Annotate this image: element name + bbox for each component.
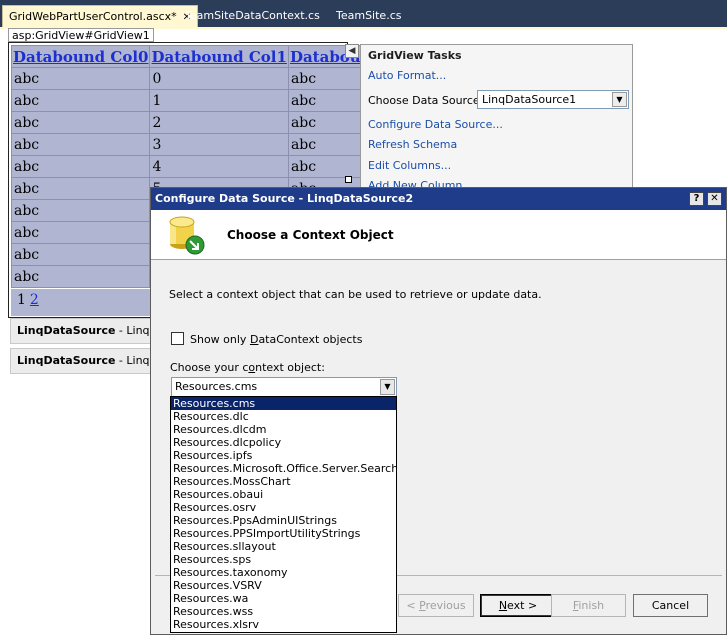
tab-gridwebpartusercontrol[interactable]: GridWebPartUserControl.ascx* ✕ bbox=[2, 5, 199, 29]
chevron-down-icon[interactable]: ▼ bbox=[612, 92, 627, 107]
table-cell: abc bbox=[10, 221, 151, 244]
document-tab-strip: GridWebPartUserControl.ascx* ✕ TeamSiteDa… bbox=[0, 0, 727, 29]
label-part: Choose your c bbox=[170, 361, 249, 374]
dropdown-option[interactable]: Resources.osrv bbox=[171, 501, 396, 514]
dropdown-option[interactable]: Resources.Microsoft.Office.Server.Search bbox=[171, 462, 396, 475]
dropdown-option[interactable]: Resources.wss bbox=[171, 605, 396, 618]
dropdown-option[interactable]: Resources.cms bbox=[171, 397, 396, 410]
tab-label: TeamSite.cs bbox=[336, 9, 402, 22]
dialog-header: Choose a Context Object bbox=[151, 210, 726, 260]
gridview-tasks-panel: GridView Tasks Auto Format... Choose Dat… bbox=[360, 44, 633, 194]
dropdown-option[interactable]: Resources.sps bbox=[171, 553, 396, 566]
linq-datasource-control[interactable]: LinqDataSource - LinqDataSource2 bbox=[10, 348, 155, 374]
dropdown-option[interactable]: Resources.ipfs bbox=[171, 449, 396, 462]
cancel-button[interactable]: Cancel bbox=[633, 594, 708, 617]
dialog-description: Select a context object that can be used… bbox=[169, 288, 542, 301]
close-icon[interactable]: ✕ bbox=[707, 192, 722, 206]
table-cell: abc bbox=[10, 111, 151, 134]
table-cell: abc bbox=[10, 199, 151, 222]
table-cell: 0 bbox=[149, 67, 289, 90]
next-button[interactable]: Next > bbox=[480, 594, 556, 617]
pager-current-page: 1 bbox=[17, 292, 26, 308]
auto-format-link[interactable]: Auto Format... bbox=[368, 69, 446, 82]
data-source-select[interactable]: LinqDataSource1 ▼ bbox=[477, 90, 629, 109]
context-object-dropdown-list[interactable]: Resources.cms Resources.dlc Resources.dlcd… bbox=[170, 396, 397, 633]
context-object-value: Resources.cms bbox=[175, 380, 258, 393]
dropdown-option[interactable]: Resources.obaui bbox=[171, 488, 396, 501]
database-icon bbox=[169, 216, 205, 255]
table-cell: abc bbox=[10, 265, 151, 288]
data-source-value: LinqDataSource1 bbox=[482, 93, 577, 106]
column-header[interactable]: Databound Col0 bbox=[10, 45, 151, 68]
dropdown-option[interactable]: Resources.wa bbox=[171, 592, 396, 605]
label-part: Show only bbox=[190, 333, 250, 346]
datasource-type: LinqDataSource bbox=[17, 354, 116, 367]
table-cell: 2 bbox=[149, 111, 289, 134]
table-cell: abc bbox=[10, 67, 151, 90]
datasource-type: LinqDataSource bbox=[17, 324, 116, 337]
dropdown-option[interactable]: Resources.PPSImportUtilityStrings bbox=[171, 527, 396, 540]
button-part: revious bbox=[425, 599, 466, 612]
tab-label: TeamSiteDataContext.cs bbox=[185, 9, 320, 22]
button-part: < bbox=[406, 599, 420, 612]
dropdown-option[interactable]: Resources.VSRV bbox=[171, 579, 396, 592]
linq-datasource-control[interactable]: LinqDataSource - LinqDataSource1 bbox=[10, 318, 155, 344]
help-icon[interactable]: ? bbox=[689, 192, 704, 206]
table-cell: abc bbox=[10, 155, 151, 178]
edit-columns-link[interactable]: Edit Columns... bbox=[368, 159, 451, 172]
dialog-title: Configure Data Source - LinqDataSource2 bbox=[151, 188, 726, 210]
dropdown-option[interactable]: Resources.dlcpolicy bbox=[171, 436, 396, 449]
tab-label: GridWebPartUserControl.ascx* bbox=[9, 10, 177, 23]
gridview-control-label[interactable]: asp:GridView#GridView1 bbox=[8, 28, 154, 42]
chevron-down-icon[interactable]: ▼ bbox=[380, 379, 395, 395]
table-cell: 3 bbox=[149, 133, 289, 156]
tasks-title: GridView Tasks bbox=[368, 49, 462, 62]
choose-context-label: Choose your context object: bbox=[170, 361, 325, 374]
tab-teamsitedatacontext[interactable]: TeamSiteDataContext.cs bbox=[179, 5, 326, 29]
dialog-step-heading: Choose a Context Object bbox=[227, 228, 394, 242]
dropdown-option[interactable]: Resources.xlsrv bbox=[171, 618, 396, 631]
button-part: ext > bbox=[507, 599, 538, 612]
dropdown-option[interactable]: Resources.PpsAdminUIStrings bbox=[171, 514, 396, 527]
configure-data-source-link[interactable]: Configure Data Source... bbox=[368, 118, 503, 131]
dropdown-option[interactable]: Resources.sllayout bbox=[171, 540, 396, 553]
dropdown-option[interactable]: Resources.dlc bbox=[171, 410, 396, 423]
previous-button[interactable]: < Previous bbox=[398, 594, 474, 617]
refresh-schema-link[interactable]: Refresh Schema bbox=[368, 138, 457, 151]
column-header[interactable]: Databound Col1 bbox=[149, 45, 289, 68]
label-part: ntext object: bbox=[255, 361, 325, 374]
show-only-datacontext-label[interactable]: Show only DataContext objects bbox=[190, 333, 362, 346]
dropdown-option[interactable]: Resources.taxonomy bbox=[171, 566, 396, 579]
table-cell: 1 bbox=[149, 89, 289, 112]
tab-teamsite[interactable]: TeamSite.cs bbox=[330, 5, 407, 29]
table-cell: 4 bbox=[149, 155, 289, 178]
finish-button[interactable]: Finish bbox=[551, 594, 626, 617]
button-part: inish bbox=[578, 599, 605, 612]
table-cell: abc bbox=[10, 243, 151, 266]
table-cell: abc bbox=[10, 89, 151, 112]
table-cell: abc bbox=[10, 177, 151, 200]
dropdown-option[interactable]: Resources.dlcdm bbox=[171, 423, 396, 436]
button-part: N bbox=[498, 599, 508, 612]
context-object-combobox[interactable]: Resources.cms ▼ bbox=[171, 377, 397, 397]
label-part: ataContext objects bbox=[258, 333, 363, 346]
ide-window: { "tabs": [ {"label": "GridWebPartUserCo… bbox=[0, 0, 727, 635]
table-cell: abc bbox=[10, 133, 151, 156]
dropdown-option[interactable]: Resources.MossChart bbox=[171, 475, 396, 488]
choose-data-source-label: Choose Data Source: bbox=[368, 94, 484, 107]
show-only-datacontext-checkbox[interactable] bbox=[171, 332, 184, 345]
resize-handle[interactable] bbox=[345, 176, 352, 183]
smart-tag-collapse-icon[interactable]: ◀ bbox=[345, 44, 359, 58]
pager-page-link[interactable]: 2 bbox=[30, 292, 39, 308]
